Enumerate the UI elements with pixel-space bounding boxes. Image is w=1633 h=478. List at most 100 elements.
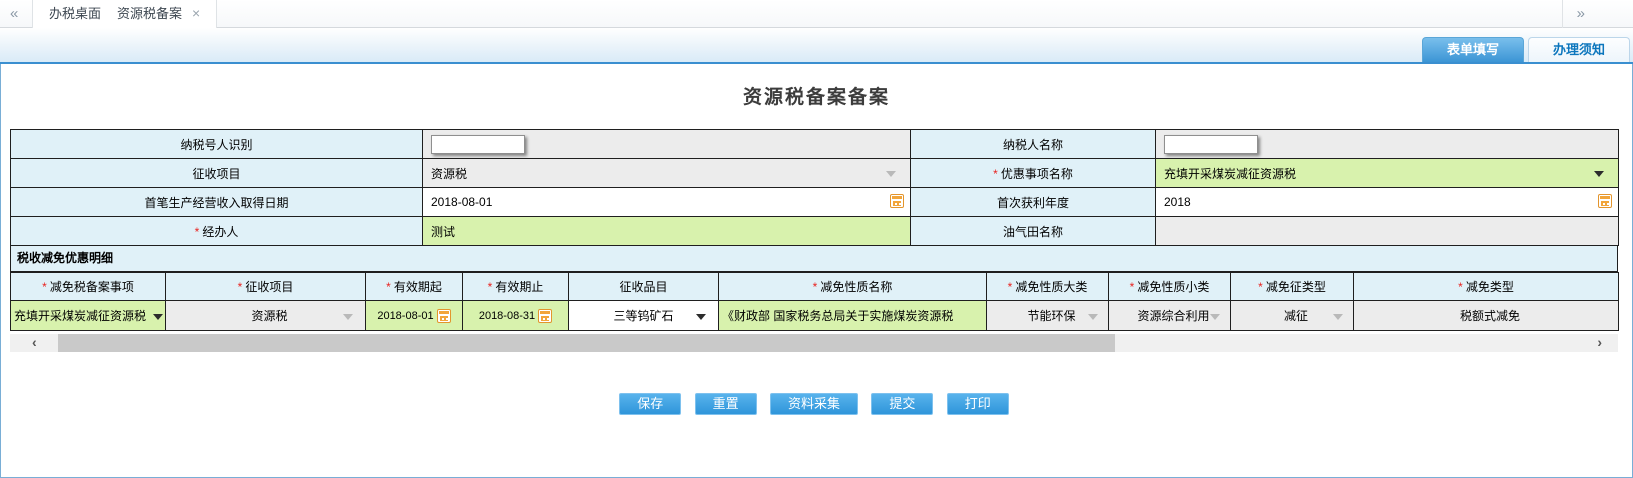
tab-form-fill[interactable]: 表单填写 [1421, 37, 1524, 62]
scrollbar-thumb[interactable] [58, 334, 1115, 352]
col-label: 有效期止 [495, 280, 544, 294]
required-mark: * [386, 280, 391, 294]
required-mark: * [993, 166, 998, 181]
form-content: 纳税号人识别 纳税人名称 征收项目 资源税 * 优惠事项名称 充填开采煤炭减征资源… [10, 129, 1619, 415]
scroll-left-icon[interactable]: ‹ [32, 334, 37, 352]
cell-nature-name[interactable]: 《财政部 国家税务总局关于实施煤炭资源税 [718, 300, 987, 331]
detail-header-row: * 减免税备案事项 * 征收项目 * 有效期起 * 有效期止 征收品目 * 减免性质名称 … [10, 272, 1619, 301]
chevron-down-icon [1210, 313, 1220, 320]
levy-project-select: 资源税 [422, 158, 911, 188]
col-valid-to: * 有效期止 [462, 272, 569, 301]
close-icon[interactable]: × [192, 5, 200, 21]
col-label: 征收项目 [245, 280, 294, 294]
cell-valid-from-date[interactable]: 2018-08-01 [365, 300, 463, 331]
cell-levy-type-select: 减征 [1230, 300, 1354, 331]
cell-value: 充填开采煤炭减征资源税 [14, 309, 147, 323]
cell-value: 节能环保 [1027, 309, 1076, 323]
col-label: 减免税备案事项 [49, 280, 134, 294]
first-income-date-label: 首笔生产经营收入取得日期 [10, 187, 423, 217]
preference-item-select[interactable]: 充填开采煤炭减征资源税 [1155, 158, 1619, 188]
cell-value: 2018-08-31 [478, 309, 536, 322]
col-reduction-type: * 减免类型 [1353, 272, 1619, 301]
cell-nature-minor-select: 资源综合利用 [1108, 300, 1231, 331]
col-label: 有效期起 [393, 280, 442, 294]
cell-levy-project-select: 资源税 [165, 300, 366, 331]
required-mark: * [1458, 280, 1463, 294]
cell-valid-to-date[interactable]: 2018-08-31 [462, 300, 569, 331]
calendar-icon[interactable] [538, 308, 553, 323]
form-row-3: 首笔生产经营收入取得日期 2018-08-01 首次获利年度 2018 [10, 187, 1619, 217]
save-button[interactable]: 保存 [619, 393, 682, 415]
collapse-left-icon[interactable]: « [10, 0, 18, 28]
handler-value: 测试 [431, 224, 456, 239]
horizontal-scrollbar[interactable]: ‹ › [10, 334, 1618, 352]
cell-filing-item-select[interactable]: 充填开采煤炭减征资源税 [10, 300, 166, 331]
required-mark: * [812, 280, 818, 294]
handler-field[interactable]: 测试 [422, 216, 911, 246]
required-mark: * [194, 224, 200, 239]
preference-item-value: 充填开采煤炭减征资源税 [1164, 166, 1297, 181]
taxpayer-name-input[interactable] [1164, 134, 1258, 154]
col-levy-type: * 减免征类型 [1230, 272, 1354, 301]
calendar-icon[interactable] [890, 194, 904, 208]
col-levy-category: 征收品目 [568, 272, 719, 301]
chevron-down-icon [886, 171, 896, 177]
col-label: 减免性质名称 [820, 280, 893, 294]
cell-value: 税额式减免 [1459, 309, 1520, 323]
reset-button[interactable]: 重置 [694, 393, 757, 415]
required-mark: * [1258, 280, 1263, 294]
form-row-4: * 经办人 测试 油气田名称 [10, 216, 1619, 246]
expand-right-icon[interactable]: » [1561, 0, 1599, 28]
chevron-down-icon[interactable] [1594, 171, 1604, 177]
col-nature-name: * 减免性质名称 [718, 272, 987, 301]
cell-value: 三等钨矿石 [613, 309, 674, 323]
content-panel: 资源税备案备案 纳税号人识别 纳税人名称 征收项目 资源税 * 优惠事项名称 充… [0, 64, 1633, 478]
col-label: 减免性质小类 [1137, 280, 1210, 294]
tab-instructions[interactable]: 办理须知 [1527, 37, 1630, 62]
chevron-down-icon [1088, 313, 1098, 320]
cell-value: 《财政部 国家税务总局关于实施煤炭资源税 [722, 309, 954, 323]
required-mark: * [237, 280, 243, 294]
form-row-2: 征收项目 资源税 * 优惠事项名称 充填开采煤炭减征资源税 [10, 158, 1619, 188]
cell-value: 资源综合利用 [1137, 309, 1210, 323]
col-nature-major: * 减免性质大类 [986, 272, 1109, 301]
required-mark: * [1129, 280, 1135, 294]
cell-value: 2018-08-01 [377, 309, 434, 322]
col-label: 征收品目 [619, 280, 668, 294]
cell-levy-category-select[interactable]: 三等钨矿石 [568, 300, 719, 331]
required-mark: * [42, 280, 47, 294]
view-tabs: 表单填写 办理须知 [1418, 37, 1630, 62]
first-income-date-field[interactable]: 2018-08-01 [422, 187, 911, 217]
chevron-down-icon[interactable] [153, 313, 163, 320]
levy-project-value: 资源税 [431, 166, 468, 181]
submit-button[interactable]: 提交 [871, 393, 934, 415]
data-collection-button[interactable]: 资料采集 [769, 393, 858, 415]
taxpayer-name-cell [1155, 129, 1619, 159]
first-profit-year-field[interactable]: 2018 [1155, 187, 1619, 217]
taxpayer-id-cell [422, 129, 911, 159]
preference-item-label: * 优惠事项名称 [910, 158, 1156, 188]
tab-resource-tax-filing[interactable]: 资源税备案 × [101, 0, 218, 28]
chevron-down-icon[interactable] [696, 313, 706, 320]
page-title: 资源税备案备案 [742, 87, 890, 108]
first-profit-year-label: 首次获利年度 [910, 187, 1156, 217]
scroll-right-icon[interactable]: › [1597, 334, 1602, 352]
cell-reduction-type: 税额式减免 [1353, 300, 1619, 331]
handler-label: * 经办人 [10, 216, 423, 246]
taxpayer-id-input[interactable] [431, 134, 525, 154]
calendar-icon[interactable] [436, 308, 451, 323]
first-income-date-value: 2018-08-01 [431, 195, 493, 209]
cell-nature-major-select: 节能环保 [986, 300, 1109, 331]
required-mark: * [487, 280, 493, 294]
col-valid-from: * 有效期起 [365, 272, 463, 301]
col-label: 减免性质大类 [1015, 280, 1088, 294]
calendar-icon[interactable] [1598, 194, 1612, 208]
taxpayer-id-label: 纳税号人识别 [10, 129, 423, 159]
col-levy-project: * 征收项目 [165, 272, 366, 301]
print-button[interactable]: 打印 [946, 393, 1009, 415]
top-tab-bar: « 办税桌面 资源税备案 × » [0, 0, 1633, 28]
cell-value: 资源税 [251, 309, 288, 323]
required-mark: * [1007, 280, 1013, 294]
section-title-tax-reduction-detail: 税收减免优惠明细 [10, 246, 1618, 272]
detail-data-row: 充填开采煤炭减征资源税 资源税 2018-08-01 2018-08-31 三等… [10, 300, 1619, 331]
